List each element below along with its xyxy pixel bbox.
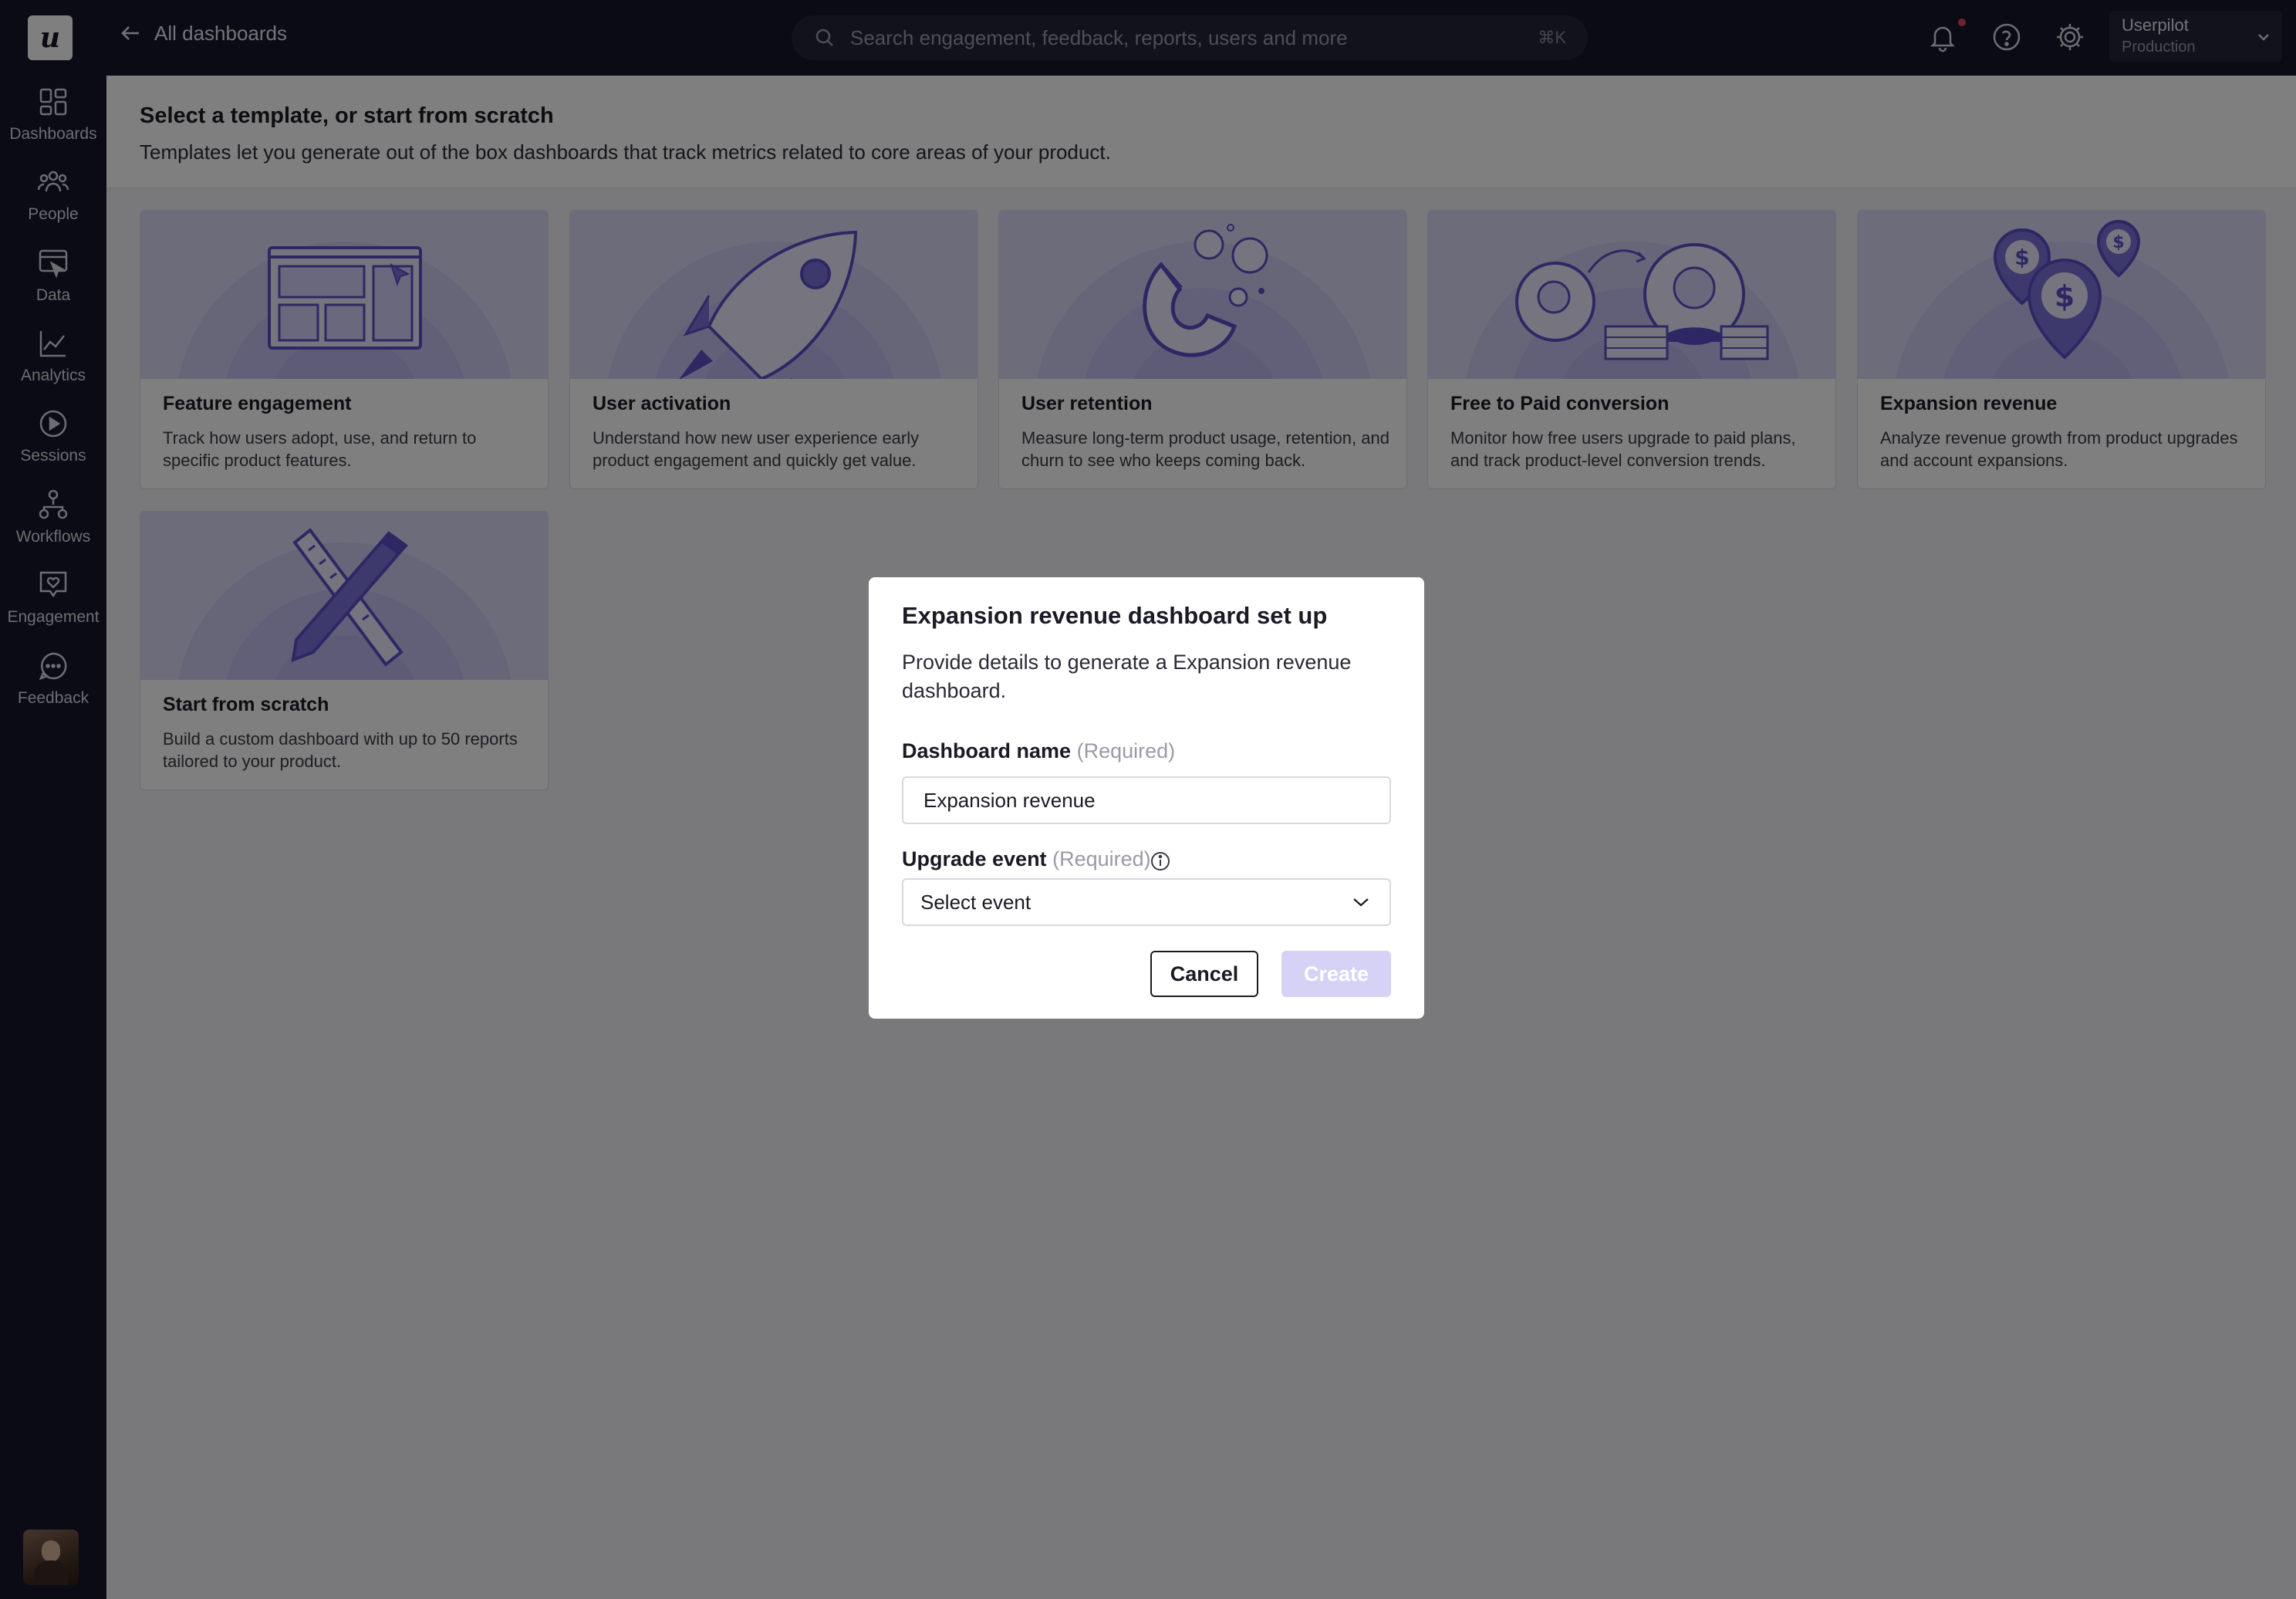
setup-dialog: Expansion revenue dashboard set up Provi… <box>869 577 1424 1019</box>
upgrade-event-label: Upgrade event (Required) <box>902 847 1151 871</box>
info-icon[interactable] <box>1150 850 1171 872</box>
dashboard-name-label: Dashboard name (Required) <box>902 739 1175 763</box>
upgrade-event-select[interactable]: Select event <box>902 878 1391 926</box>
chevron-down-icon <box>1353 898 1369 907</box>
upgrade-event-value: Select event <box>920 890 1032 914</box>
required-hint: (Required) <box>1052 847 1151 870</box>
required-hint: (Required) <box>1076 739 1176 762</box>
dashboard-name-input[interactable] <box>902 776 1391 824</box>
cancel-button[interactable]: Cancel <box>1150 951 1258 997</box>
dashboard-name-label-text: Dashboard name <box>902 739 1072 762</box>
dialog-description: Provide details to generate a Expansion … <box>902 651 1352 702</box>
upgrade-event-label-text: Upgrade event <box>902 847 1047 870</box>
dialog-title: Expansion revenue dashboard set up <box>902 602 1328 629</box>
create-button[interactable]: Create <box>1281 951 1391 997</box>
